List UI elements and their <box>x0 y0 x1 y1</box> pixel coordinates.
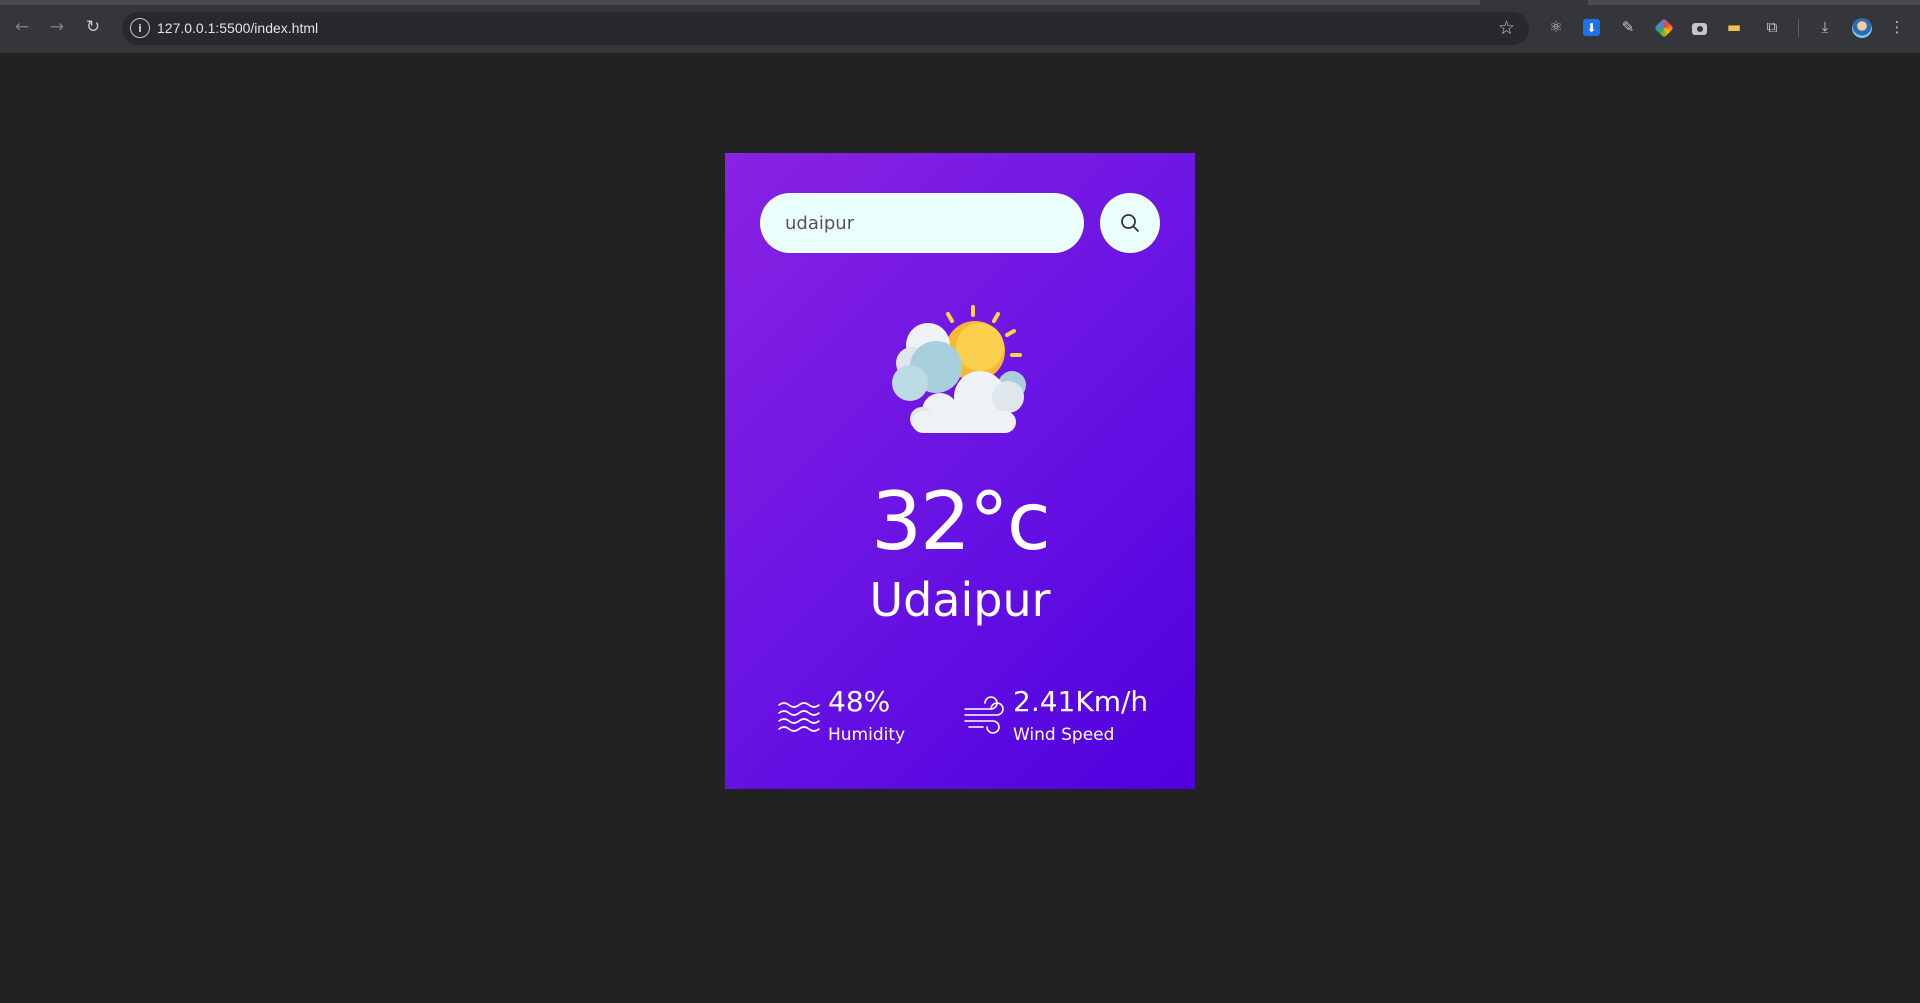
info-icon[interactable]: i <box>130 18 150 38</box>
profile-avatar[interactable] <box>1852 18 1872 38</box>
kebab-menu-icon[interactable]: ⋮ <box>1887 17 1907 37</box>
address-url[interactable]: 127.0.0.1:5500/index.html <box>157 20 318 36</box>
temperature-value: 32°c <box>871 475 1051 568</box>
arrow-right-icon: → <box>49 17 65 37</box>
tab-strip-right <box>1588 0 1920 5</box>
download-extension-icon[interactable]: ⬇ <box>1583 19 1600 36</box>
tab-strip <box>0 0 1480 5</box>
color-picker-icon[interactable] <box>1654 18 1674 38</box>
search-button[interactable] <box>1100 193 1160 253</box>
humidity-value: 48% <box>828 685 891 718</box>
camera-icon[interactable] <box>1692 23 1707 35</box>
reload-icon: ↻ <box>85 17 101 37</box>
react-devtools-icon[interactable]: ⚛ <box>1546 17 1566 37</box>
browser-toolbar: ← → ↻ i 127.0.0.1:5500/index.html ☆ ⚛ ⬇ … <box>0 0 1920 53</box>
download-icon[interactable]: ⤓ <box>1815 17 1835 37</box>
humidity-icon <box>778 702 820 732</box>
reload-button[interactable]: ↻ <box>79 13 107 41</box>
city-search-input[interactable] <box>760 193 1084 253</box>
wind-icon <box>964 696 1004 734</box>
forward-button[interactable]: → <box>43 13 71 41</box>
eyedropper-icon[interactable]: ✎ <box>1618 17 1638 37</box>
toolbar-divider <box>1798 19 1799 37</box>
star-icon[interactable]: ☆ <box>1498 17 1515 39</box>
humidity-label: Humidity <box>828 725 906 745</box>
address-bar[interactable]: i 127.0.0.1:5500/index.html ☆ <box>122 12 1529 45</box>
arrow-left-icon: ← <box>14 17 30 37</box>
back-button[interactable]: ← <box>8 13 36 41</box>
hat-icon[interactable]: ▬ <box>1724 17 1744 37</box>
partly-cloudy-icon <box>892 305 1026 433</box>
wind-value: 2.41Km/h <box>1013 685 1149 718</box>
puzzle-icon[interactable]: ⧉ <box>1762 17 1782 37</box>
weather-card: 32°c Udaipur 48% Humidity 2.41Km/h Wind … <box>725 153 1195 789</box>
search-icon <box>1121 214 1139 232</box>
wind-label: Wind Speed <box>1013 725 1115 745</box>
city-name: Udaipur <box>869 573 1051 627</box>
